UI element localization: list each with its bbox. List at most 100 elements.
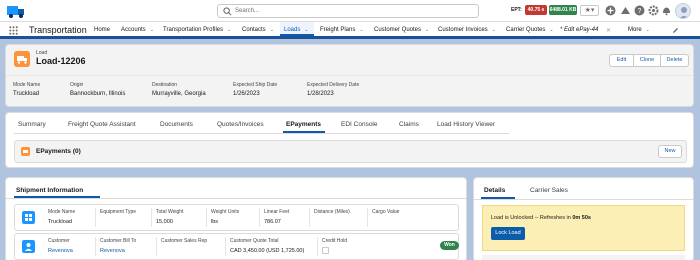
trailhead-icon[interactable] [620, 5, 631, 16]
highlight-field-expected-ship-date: Expected Ship Date 1/26/2023 [233, 82, 278, 97]
edit-button[interactable]: Edit [609, 54, 634, 67]
tab-quotes-invoices[interactable]: Quotes/Invoices [217, 121, 264, 128]
nav-item-customer-quotes[interactable]: Customer Quotes ⌄ [374, 27, 429, 33]
field-distance-miles: Distance (Miles) [314, 209, 350, 215]
nav-item-transportation-profiles[interactable]: Transportation Profiles ⌄ [163, 27, 231, 33]
tab-epayments[interactable]: EPayments [286, 121, 321, 128]
chevron-down-icon[interactable]: ⌄ [359, 27, 363, 33]
field-weight-units: Weight Units lbs [211, 209, 240, 225]
app-name: Transportation [29, 25, 87, 35]
tab-summary[interactable]: Summary [18, 121, 46, 128]
nav-item-freight-plans[interactable]: Freight Plans ⌄ [320, 27, 364, 33]
credit-hold-checkbox[interactable] [322, 247, 329, 254]
record-header-divider [6, 75, 693, 76]
delete-button[interactable]: Delete [660, 54, 689, 67]
record-tabs-card: Summary Freight Quote Assistant Document… [5, 112, 694, 168]
tab-carrier-sales[interactable]: Carrier Sales [530, 187, 568, 194]
field-linear-feet: Linear Feet 786.07 [264, 209, 290, 225]
highlight-field-expected-delivery-date: Expected Delivery Date 1/28/2023 [307, 82, 360, 97]
nav-item-customer-invoices[interactable]: Customer Invoices ⌄ [438, 27, 496, 33]
chevron-down-icon[interactable]: ⌄ [492, 27, 496, 33]
transportation-logo-icon [7, 6, 24, 18]
nav-item-home[interactable]: Home [94, 27, 110, 33]
global-search-input[interactable]: Search... [217, 4, 479, 18]
shipment-row-load-details: Mode Name Truckload Equipment Type Total … [14, 204, 459, 231]
details-divider [474, 199, 693, 200]
setup-gear-icon[interactable] [648, 5, 659, 16]
field-customer-quote-total: Customer Quote Total CAD 3,450.00 (USD 1,… [230, 238, 305, 254]
tab-claims[interactable]: Claims [399, 121, 419, 128]
chevron-down-icon[interactable]: ⌄ [646, 27, 650, 33]
app-launcher-grid-icon[interactable] [9, 26, 18, 35]
calendar-grid-icon [22, 211, 35, 224]
chevron-down-icon[interactable]: ⌄ [270, 27, 274, 33]
svg-text:?: ? [638, 8, 642, 15]
nav-item-loads[interactable]: Loads ⌄ [284, 27, 309, 33]
customer-bill-to-link[interactable]: Revenova [100, 248, 136, 254]
customer-link[interactable]: Revenova [48, 248, 73, 254]
tab-freight-quote-assistant[interactable]: Freight Quote Assistant [68, 121, 136, 128]
ept-time-badge: 40.75 s [525, 5, 547, 15]
search-icon [223, 7, 232, 16]
shipment-divider [6, 198, 466, 199]
field-customer: Customer Revenova [48, 238, 73, 254]
add-icon[interactable] [605, 5, 616, 16]
load-record-icon [14, 51, 30, 67]
nav-item-edit-epay[interactable]: * Edit ePay-44 [560, 27, 598, 33]
lock-countdown: 0m 50s [572, 215, 591, 221]
ept-size-badge: 6488.01 KB [549, 5, 577, 15]
shipment-row-customer: Customer Revenova Customer Bill To Revenov… [14, 233, 459, 260]
help-icon[interactable]: ? [634, 5, 645, 16]
nav-item-contacts[interactable]: Contacts ⌄ [242, 27, 274, 33]
clone-button[interactable]: Clone [633, 54, 661, 67]
field-total-weight: Total Weight 15,000 [156, 209, 184, 225]
highlight-field-mode-name: Mode Name Truckload [13, 82, 41, 97]
tab-documents[interactable]: Documents [160, 121, 193, 128]
shipment-information-card: Shipment Information Mode Name Truckload … [5, 177, 467, 260]
chevron-down-icon[interactable]: ⌄ [150, 27, 154, 33]
edit-pencil-icon[interactable] [672, 27, 679, 34]
nav-item-close-icon[interactable]: ✕ [606, 27, 611, 34]
nav-item-carrier-quotes[interactable]: Carrier Quotes ⌄ [506, 27, 554, 33]
field-equipment-type: Equipment Type [100, 209, 137, 215]
field-mode-name: Mode Name Truckload [48, 209, 76, 225]
ept-label: EPT: [511, 7, 522, 13]
user-avatar[interactable] [675, 3, 691, 19]
record-header: Load Load-12206 Edit Clone Delete Mode N… [5, 44, 694, 107]
user-avatar-icon [679, 7, 689, 18]
chevron-down-icon[interactable]: ⌄ [304, 27, 308, 33]
won-status-badge: Won [440, 241, 459, 250]
lock-load-button[interactable]: Lock Load [491, 227, 525, 240]
load-lock-panel: Load is Unlocked -- Refreshes in 0m 50s … [482, 205, 685, 251]
highlight-field-destination: Destination Murrayville, Georgia [152, 82, 206, 97]
search-placeholder: Search... [235, 8, 260, 14]
chevron-down-icon[interactable]: ⌄ [227, 27, 231, 33]
favorites-star-icon[interactable]: ★▾ [580, 5, 599, 16]
notifications-bell-icon[interactable] [661, 5, 672, 16]
tab-load-history-viewer[interactable]: Load History Viewer [437, 121, 495, 128]
tab-edi-console[interactable]: EDI Console [341, 121, 378, 128]
tab-active-underline [283, 131, 325, 133]
nav-item-accounts[interactable]: Accounts ⌄ [121, 27, 154, 33]
field-credit-hold: Credit Hold [322, 238, 347, 254]
highlight-field-origin: Origin Bannockburn, Illinois [70, 82, 126, 97]
global-header: Search... EPT: 40.75 s 6488.01 KB ★▾ ? [0, 0, 700, 22]
record-title: Load-12206 [36, 56, 86, 66]
field-customer-bill-to: Customer Bill To Revenova [100, 238, 137, 254]
chevron-down-icon[interactable]: ⌄ [425, 27, 429, 33]
chevron-down-icon[interactable]: ⌄ [549, 27, 553, 33]
epayments-related-list: EPayments (0) New [14, 140, 687, 163]
tab-details[interactable]: Details [484, 187, 505, 194]
details-card: Details Carrier Sales Load is Unlocked -… [473, 177, 694, 260]
new-epayment-button[interactable]: New [658, 145, 682, 158]
lock-status-message: Load is Unlocked -- Refreshes in 0m 50s [491, 215, 591, 221]
tabs-divider [14, 133, 509, 134]
epayments-icon [21, 147, 30, 156]
shipment-information-title: Shipment Information [16, 187, 84, 194]
customer-contact-icon [22, 240, 35, 253]
epayments-title: EPayments (0) [36, 148, 81, 155]
nav-item-more[interactable]: More ⌄ [628, 27, 650, 33]
details-next-section [482, 255, 685, 260]
field-customer-sales-rep: Customer Sales Rep [161, 238, 208, 244]
field-cargo-value: Cargo Value [372, 209, 400, 215]
